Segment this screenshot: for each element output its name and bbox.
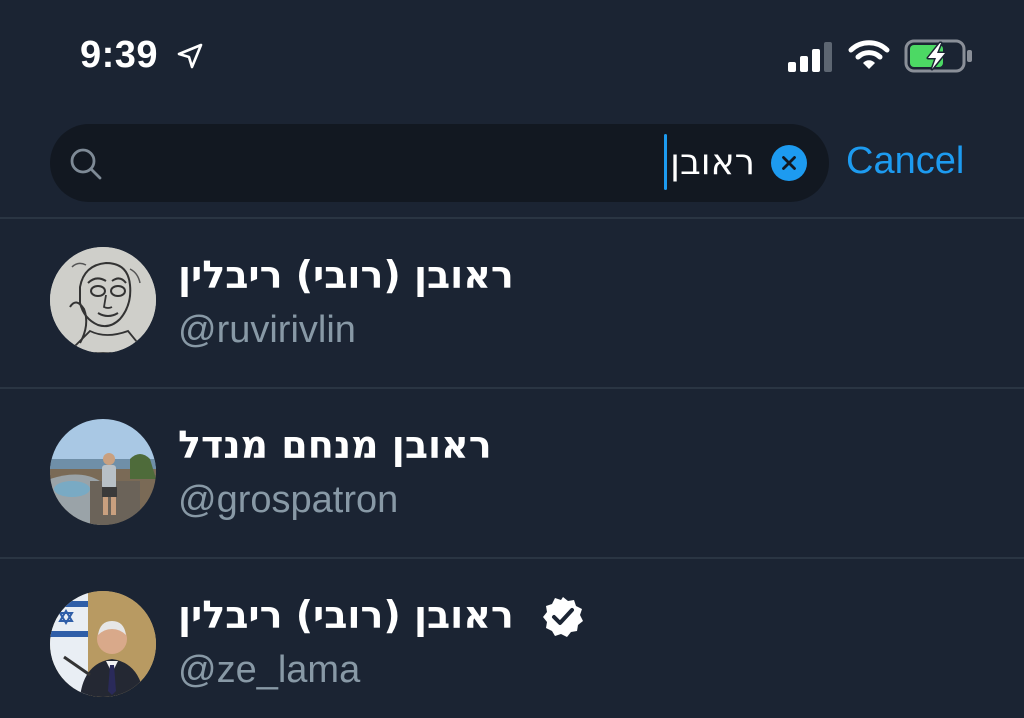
result-handle: @ze_lama <box>178 649 361 691</box>
avatar <box>50 419 156 525</box>
result-display-name: ראובן מנחם מנדל <box>178 423 492 467</box>
clear-search-button[interactable] <box>771 145 807 181</box>
cancel-button[interactable]: Cancel <box>846 140 964 183</box>
clear-icon <box>782 156 796 170</box>
search-screen: 9:39 ראובן Cancel ראובן (רובי) ריבלין @r… <box>0 0 1024 718</box>
battery-charging-icon <box>904 39 972 73</box>
official-portrait-avatar <box>50 591 156 697</box>
landscape-photo-avatar <box>50 419 156 525</box>
result-handle: @grospatron <box>178 479 399 521</box>
avatar <box>50 247 156 353</box>
wifi-icon <box>848 40 890 69</box>
sketch-portrait-avatar <box>50 247 156 353</box>
result-handle: @ruvirivlin <box>178 309 356 351</box>
avatar <box>50 591 156 697</box>
search-result-row[interactable]: ראובן (רובי) ריבלין @ruvirivlin <box>0 219 1024 389</box>
search-result-row[interactable]: ראובן (רובי) ריבלין @ze_lama <box>0 559 1024 718</box>
result-display-name: ראובן (רובי) ריבלין <box>178 253 514 297</box>
search-icon <box>70 148 102 180</box>
status-bar: 9:39 <box>0 0 1024 110</box>
search-input[interactable]: ראובן <box>195 140 755 186</box>
text-caret <box>664 134 667 190</box>
cellular-signal-icon <box>788 42 832 72</box>
verified-badge-icon <box>543 597 583 637</box>
location-arrow-icon <box>177 43 203 69</box>
status-time: 9:39 <box>80 34 159 76</box>
result-display-name: ראובן (רובי) ריבלין <box>178 593 514 637</box>
search-field[interactable]: ראובן <box>50 124 829 202</box>
search-result-row[interactable]: ראובן מנחם מנדל @grospatron <box>0 389 1024 559</box>
